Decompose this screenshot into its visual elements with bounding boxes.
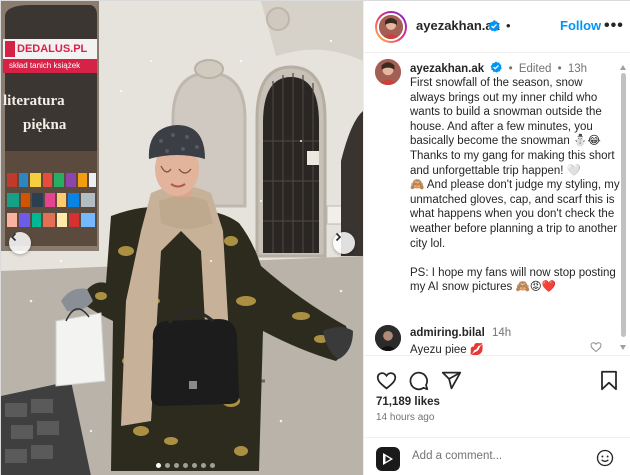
verified-badge-icon: [490, 61, 503, 73]
threads-app-icon[interactable]: [376, 447, 400, 471]
emoji-smiley-icon[interactable]: [596, 449, 614, 467]
likes-count[interactable]: 71,189 likes: [376, 396, 440, 408]
shop-subsign-text: skład tanich książek: [9, 61, 81, 70]
post-modal: DEDALUS.PL skład tanich książek literatu…: [0, 0, 630, 475]
carousel-prev-button[interactable]: [9, 232, 31, 254]
caption-paragraph: 🙈 And please don't judge my styling, my …: [410, 179, 620, 250]
comment-header: admiring.bilal 14h: [410, 327, 511, 339]
carousel-dot[interactable]: [201, 463, 206, 468]
post-details-panel: ayezakhan.ak • Follow ••• ayezakhan.ak •…: [363, 1, 630, 475]
threads-logo-icon: [383, 453, 393, 465]
street-scene-illustration: [1, 1, 363, 475]
caption-paragraph: Thanks to my gang for making this short …: [410, 149, 615, 177]
post-photo[interactable]: DEDALUS.PL skład tanich książek literatu…: [1, 1, 363, 475]
avatar-image: [375, 59, 401, 85]
comments-section[interactable]: ayezakhan.ak • Edited • 13h First snowfa…: [364, 1, 630, 355]
caption-edited-label: Edited: [518, 63, 552, 75]
caption-text: First snowfall of the season, snow alway…: [410, 76, 620, 295]
post-actions: 71,189 likes 14 hours ago: [364, 355, 630, 427]
post-timestamp[interactable]: 14 hours ago: [376, 412, 434, 423]
save-bookmark-icon[interactable]: [600, 370, 618, 391]
carousel-dots: [156, 463, 215, 468]
window-text-line1: literatura: [3, 93, 65, 109]
comment-username[interactable]: admiring.bilal: [410, 327, 485, 339]
add-comment-input[interactable]: [412, 450, 582, 462]
caption-meta-separator: •: [508, 63, 513, 75]
share-paper-plane-icon[interactable]: [441, 370, 462, 391]
shop-sign-text: DEDALUS.PL: [17, 43, 88, 55]
scroll-down-arrow-icon[interactable]: [620, 345, 626, 350]
carousel-dot[interactable]: [183, 463, 188, 468]
comment-time: 14h: [491, 327, 512, 339]
chevron-left-icon: [10, 232, 17, 242]
scrollbar-thumb[interactable]: [621, 73, 626, 337]
window-text-line2: piękna: [23, 117, 67, 133]
scroll-up-arrow-icon[interactable]: [620, 65, 626, 70]
like-heart-icon[interactable]: [376, 370, 397, 391]
comment-like-heart-icon[interactable]: [590, 341, 602, 353]
carousel-dot[interactable]: [192, 463, 197, 468]
carousel-dot[interactable]: [210, 463, 215, 468]
caption-header: ayezakhan.ak • Edited • 13h: [410, 61, 587, 75]
add-comment-bar: [364, 437, 630, 475]
comment-text: Ayezu piee 💋: [410, 344, 485, 355]
caption-avatar[interactable]: [375, 59, 401, 85]
caption-meta-separator: •: [557, 63, 562, 75]
comment-bubble-icon[interactable]: [408, 370, 429, 391]
commenter-avatar[interactable]: [375, 325, 401, 351]
chevron-right-icon: [335, 232, 342, 242]
caption-paragraph: First snowfall of the season, snow alway…: [410, 77, 602, 148]
caption-paragraph: PS: I hope my fans will now stop posting…: [410, 266, 616, 294]
comments-scrollbar[interactable]: [620, 61, 626, 350]
carousel-dot[interactable]: [174, 463, 179, 468]
caption-time[interactable]: 13h: [568, 63, 587, 75]
carousel-dot[interactable]: [165, 463, 170, 468]
avatar-image: [375, 325, 401, 351]
carousel-next-button[interactable]: [333, 232, 355, 254]
caption-username[interactable]: ayezakhan.ak: [410, 63, 484, 75]
carousel-dot[interactable]: [156, 463, 161, 468]
